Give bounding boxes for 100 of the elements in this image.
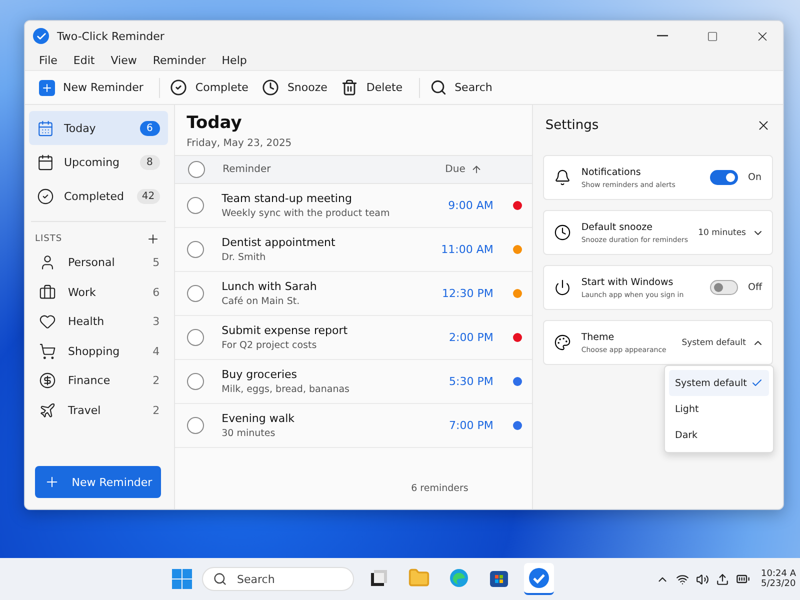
toolbar-button[interactable]: Complete — [166, 74, 258, 102]
list-item-label: Work — [68, 286, 97, 299]
due-time: 11:00 AM — [440, 243, 494, 256]
airplane-icon — [39, 402, 56, 419]
minimize-icon — [656, 35, 668, 37]
start-icon[interactable] — [172, 569, 192, 589]
sidebar-item-label: Upcoming — [64, 156, 121, 168]
list-item[interactable]: Finance 2 — [29, 366, 168, 396]
toggle-switch[interactable] — [710, 170, 738, 185]
reminder-title: Submit expense report — [222, 324, 349, 337]
cart-icon — [39, 342, 56, 360]
reminder-title: Lunch with Sarah — [222, 280, 318, 293]
clock-date: 5/23/20 — [761, 579, 796, 589]
search-icon — [430, 79, 447, 96]
reminder-note: For Q2 project costs — [222, 340, 318, 351]
palette-icon — [554, 334, 572, 351]
dropdown-select[interactable]: System default — [682, 336, 764, 348]
toggle-label: Off — [748, 282, 764, 293]
toolbar-button[interactable]: Search — [426, 74, 502, 102]
menu-item[interactable]: Edit — [65, 54, 103, 67]
complete-checkbox[interactable] — [186, 197, 204, 214]
sidebar-item[interactable]: Completed 42 — [29, 179, 168, 213]
menu-item[interactable]: Help — [214, 54, 255, 67]
list-item[interactable]: Work 6 — [29, 278, 168, 307]
plus-icon — [146, 232, 160, 246]
list-item[interactable]: Personal 5 — [29, 248, 168, 278]
reminder-note: 30 minutes — [222, 428, 276, 439]
battery-icon[interactable] — [736, 572, 750, 586]
reminder-count: 6 reminders — [411, 483, 468, 494]
folder-icon — [408, 567, 430, 589]
store-icon — [489, 568, 509, 588]
list-item[interactable]: Travel 2 — [29, 396, 168, 425]
check-circle-icon — [33, 28, 49, 44]
reminder-note: Milk, eggs, bread, bananas — [222, 384, 350, 395]
person-icon — [39, 254, 56, 272]
toggle-label: On — [748, 172, 762, 183]
reminder-row[interactable]: Team stand-up meeting Weekly sync with the product team 9:00 AM — [174, 184, 532, 228]
dropdown-select[interactable]: 10 minutes — [698, 226, 764, 238]
complete-checkbox[interactable] — [186, 417, 204, 434]
panel-title: Settings — [545, 118, 599, 132]
dollar-icon — [39, 372, 56, 390]
column-header[interactable]: Due — [445, 164, 466, 175]
reminder-row[interactable]: Buy groceries Milk, eggs, bread, bananas 5:30 PM — [174, 360, 532, 404]
toggle-switch[interactable] — [710, 280, 738, 295]
reminder-title: Buy groceries — [222, 368, 298, 381]
reminder-row[interactable]: Submit expense report For Q2 project costs 2:00 PM — [174, 316, 532, 360]
count-badge: 42 — [136, 188, 160, 204]
list-count: 5 — [152, 256, 160, 270]
count-badge: 8 — [140, 154, 160, 170]
sidebar-item-label: Today — [64, 122, 97, 134]
dropdown-option[interactable]: Dark — [669, 422, 769, 448]
upload-icon[interactable] — [716, 572, 730, 586]
date-text: Friday, May 23, 2025 — [186, 138, 293, 149]
reminder-row[interactable]: Dentist appointment Dr. Smith 11:00 AM — [174, 228, 532, 272]
due-time: 12:30 PM — [441, 287, 494, 300]
list-item-label: Shopping — [68, 344, 121, 358]
menu-item[interactable]: File — [31, 54, 66, 67]
toolbar-button[interactable]: New Reminder — [35, 74, 154, 102]
count-badge: 6 — [140, 120, 160, 136]
toolbar-button[interactable]: Snooze — [258, 74, 338, 102]
dropdown-option[interactable]: Light — [669, 396, 769, 422]
sidebar-item[interactable]: Today 6 — [29, 111, 168, 145]
list-item[interactable]: Shopping 4 — [29, 336, 168, 366]
toolbar-button[interactable]: Delete — [337, 74, 413, 102]
trash-icon — [341, 79, 358, 96]
reminder-row[interactable]: Lunch with Sarah Café on Main St. 12:30 PM — [174, 272, 532, 316]
complete-checkbox[interactable] — [186, 285, 204, 302]
reminder-row[interactable]: Evening walk 30 minutes 7:00 PM — [174, 404, 532, 448]
due-time: 7:00 PM — [448, 419, 494, 432]
select-all-checkbox[interactable] — [188, 161, 205, 178]
list-item[interactable]: Health 3 — [29, 307, 168, 336]
sidebar-item[interactable]: Upcoming 8 — [29, 145, 168, 179]
list-item-label: Travel — [68, 404, 102, 417]
complete-checkbox[interactable] — [186, 241, 204, 258]
heart-icon — [39, 313, 56, 330]
page-title: Today — [186, 113, 243, 133]
complete-checkbox[interactable] — [186, 329, 204, 346]
reminder-title: Dentist appointment — [222, 236, 336, 249]
add-list-button[interactable] — [146, 232, 160, 246]
clock-time: 10:24 A — [761, 569, 796, 579]
menu-item[interactable]: View — [102, 54, 145, 67]
complete-checkbox[interactable] — [186, 373, 204, 390]
setting-title: Notifications — [581, 166, 642, 178]
list-item-label: Health — [68, 315, 106, 328]
menu-item[interactable]: Reminder — [144, 54, 214, 67]
column-header: Reminder — [222, 164, 272, 175]
section-heading: LISTS — [35, 234, 62, 244]
list-item-label: Personal — [68, 256, 116, 270]
clock-icon — [554, 224, 572, 241]
dropdown-option[interactable]: System default — [669, 370, 769, 396]
speaker-icon[interactable] — [696, 572, 710, 586]
due-time: 2:00 PM — [448, 331, 494, 344]
setting-title: Start with Windows — [581, 276, 674, 288]
taskbar-search[interactable]: Search — [202, 567, 354, 591]
check-icon — [751, 377, 763, 389]
maximize-icon — [706, 30, 718, 42]
task-view-icon — [369, 568, 389, 588]
wifi-icon[interactable] — [676, 572, 690, 586]
new-reminder-button[interactable]: New Reminder — [35, 466, 161, 498]
calendar-icon — [37, 120, 54, 136]
